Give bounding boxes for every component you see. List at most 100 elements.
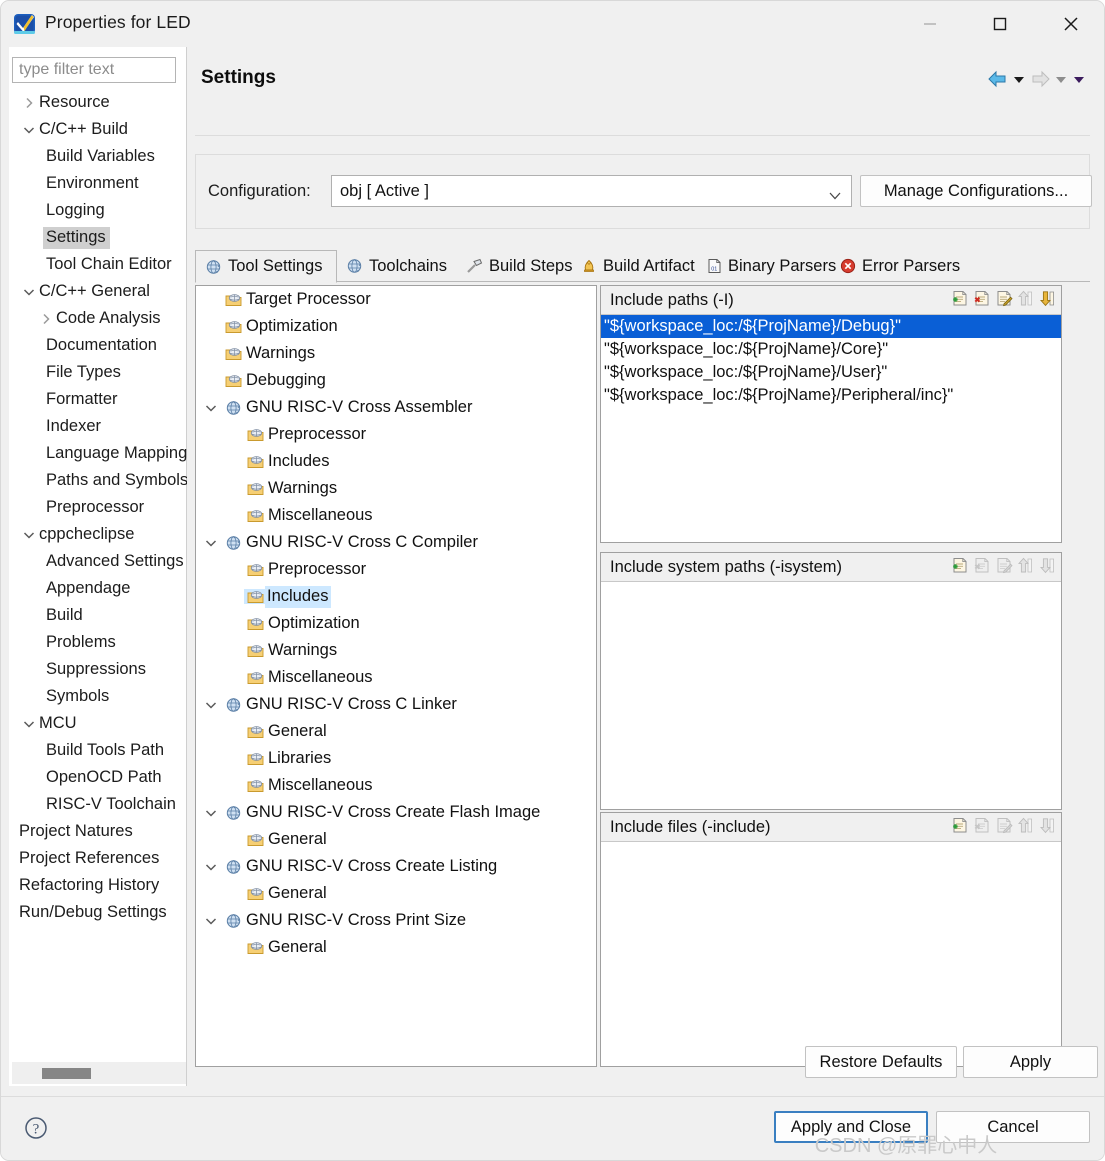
chevron-down-icon[interactable] xyxy=(200,536,222,550)
tool-tree-item-debugging[interactable]: Debugging xyxy=(196,367,596,394)
tool-tree-item-general[interactable]: General xyxy=(196,934,596,961)
panel-list[interactable] xyxy=(601,842,1061,1066)
sidebar-item-cppcheclipse[interactable]: cppcheclipse xyxy=(9,521,187,548)
tool-tree-item-general[interactable]: General xyxy=(196,880,596,907)
tool-tree-item-warnings[interactable]: Warnings xyxy=(196,637,596,664)
sidebar-item-c-c-build[interactable]: C/C++ Build xyxy=(9,116,187,143)
tab-tool-settings[interactable]: Tool Settings xyxy=(195,250,337,283)
sidebar-item-advanced-settings[interactable]: Advanced Settings xyxy=(9,548,187,575)
sidebar-item-project-natures[interactable]: Project Natures xyxy=(9,818,187,845)
tool-tree-item-libraries[interactable]: Libraries xyxy=(196,745,596,772)
sidebar-item-symbols[interactable]: Symbols xyxy=(9,683,187,710)
maximize-icon[interactable] xyxy=(976,1,1024,47)
tool-tree-item-gnu-risc-v-cross-print-size[interactable]: GNU RISC-V Cross Print Size xyxy=(196,907,596,934)
sidebar-item-problems[interactable]: Problems xyxy=(9,629,187,656)
tool-tree-item-miscellaneous[interactable]: Miscellaneous xyxy=(196,502,596,529)
tool-tree-item-general[interactable]: General xyxy=(196,718,596,745)
sidebar-item-run-debug-settings[interactable]: Run/Debug Settings xyxy=(9,899,187,926)
restore-defaults-button[interactable]: Restore Defaults xyxy=(805,1046,957,1078)
tool-tree-item-gnu-risc-v-cross-c-compiler[interactable]: GNU RISC-V Cross C Compiler xyxy=(196,529,596,556)
back-arrow-icon[interactable] xyxy=(986,69,1010,89)
tab-build-steps[interactable]: Build Steps xyxy=(457,250,572,282)
manage-configurations-button[interactable]: Manage Configurations... xyxy=(860,175,1092,207)
sidebar-item-paths-and-symbols[interactable]: Paths and Symbols xyxy=(9,467,187,494)
tool-tree-item-gnu-risc-v-cross-c-linker[interactable]: GNU RISC-V Cross C Linker xyxy=(196,691,596,718)
tool-tree-item-miscellaneous[interactable]: Miscellaneous xyxy=(196,772,596,799)
sidebar-item-documentation[interactable]: Documentation xyxy=(9,332,187,359)
chevron-right-icon[interactable] xyxy=(19,96,39,110)
sidebar-item-preprocessor[interactable]: Preprocessor xyxy=(9,494,187,521)
sidebar-item-refactoring-history[interactable]: Refactoring History xyxy=(9,872,187,899)
panel-list[interactable] xyxy=(601,582,1061,809)
sidebar-item-code-analysis[interactable]: Code Analysis xyxy=(9,305,187,332)
list-item[interactable]: "${workspace_loc:/${ProjName}/Core}" xyxy=(601,338,1061,361)
sidebar-item-suppressions[interactable]: Suppressions xyxy=(9,656,187,683)
tool-tree-item-warnings[interactable]: Warnings xyxy=(196,340,596,367)
sidebar-item-build-variables[interactable]: Build Variables xyxy=(9,143,187,170)
list-item[interactable]: "${workspace_loc:/${ProjName}/Debug}" xyxy=(601,315,1061,338)
chevron-down-icon[interactable] xyxy=(19,123,39,137)
chevron-down-icon[interactable] xyxy=(19,285,39,299)
sidebar-item-logging[interactable]: Logging xyxy=(9,197,187,224)
chevron-down-icon[interactable] xyxy=(200,401,222,415)
add-icon[interactable] xyxy=(952,817,969,834)
list-item[interactable]: "${workspace_loc:/${ProjName}/Peripheral… xyxy=(601,384,1061,407)
delete-icon[interactable] xyxy=(974,290,991,307)
sidebar-item-file-types[interactable]: File Types xyxy=(9,359,187,386)
minimize-icon[interactable] xyxy=(906,1,954,47)
panel-list[interactable]: "${workspace_loc:/${ProjName}/Debug}" "${… xyxy=(601,315,1061,542)
close-icon[interactable] xyxy=(1047,1,1095,47)
chevron-down-icon[interactable] xyxy=(19,717,39,731)
filter-input-wrapper[interactable]: type filter text xyxy=(12,57,176,83)
menu-dropdown-icon[interactable] xyxy=(1070,69,1088,89)
sidebar-item-risc-v-toolchain[interactable]: RISC-V Toolchain xyxy=(9,791,187,818)
chevron-down-icon[interactable] xyxy=(200,860,222,874)
tool-tree-item-gnu-risc-v-cross-create-listing[interactable]: GNU RISC-V Cross Create Listing xyxy=(196,853,596,880)
back-dropdown-icon[interactable] xyxy=(1010,69,1028,89)
sidebar-item-indexer[interactable]: Indexer xyxy=(9,413,187,440)
tool-tree-item-optimization[interactable]: Optimization xyxy=(196,610,596,637)
sidebar-item-mcu[interactable]: MCU xyxy=(9,710,187,737)
sidebar-item-resource[interactable]: Resource xyxy=(9,89,187,116)
chevron-down-icon[interactable] xyxy=(200,914,222,928)
add-icon[interactable] xyxy=(952,557,969,574)
tool-tree-item-gnu-risc-v-cross-assembler[interactable]: GNU RISC-V Cross Assembler xyxy=(196,394,596,421)
sidebar-item-build-tools-path[interactable]: Build Tools Path xyxy=(9,737,187,764)
tab-build-artifact[interactable]: Build Artifact xyxy=(572,250,698,282)
help-icon[interactable]: ? xyxy=(23,1115,49,1146)
horizontal-scrollbar[interactable] xyxy=(12,1062,186,1084)
sidebar-item-tool-chain-editor[interactable]: Tool Chain Editor xyxy=(9,251,187,278)
apply-button[interactable]: Apply xyxy=(963,1046,1098,1078)
scrollbar-thumb[interactable] xyxy=(42,1068,91,1079)
tool-tree-item-preprocessor[interactable]: Preprocessor xyxy=(196,556,596,583)
chevron-down-icon[interactable] xyxy=(200,806,222,820)
tool-tree-item-preprocessor[interactable]: Preprocessor xyxy=(196,421,596,448)
tab-toolchains[interactable]: Toolchains xyxy=(337,250,457,282)
tool-tree-item-includes[interactable]: Includes xyxy=(196,448,596,475)
tab-binary-parsers[interactable]: 01 Binary Parsers xyxy=(698,250,836,282)
sidebar-item-language-mappings[interactable]: Language Mappings xyxy=(9,440,187,467)
tool-tree-item-target-processor[interactable]: Target Processor xyxy=(196,286,596,313)
sidebar-item-build[interactable]: Build xyxy=(9,602,187,629)
chevron-down-icon[interactable] xyxy=(200,698,222,712)
sidebar-item-openocd-path[interactable]: OpenOCD Path xyxy=(9,764,187,791)
sidebar-item-project-references[interactable]: Project References xyxy=(9,845,187,872)
tool-tree-item-gnu-risc-v-cross-create-flash-image[interactable]: GNU RISC-V Cross Create Flash Image xyxy=(196,799,596,826)
sidebar-item-environment[interactable]: Environment xyxy=(9,170,187,197)
tool-tree-item-miscellaneous[interactable]: Miscellaneous xyxy=(196,664,596,691)
edit-icon[interactable] xyxy=(996,290,1013,307)
sidebar-item-settings[interactable]: Settings xyxy=(9,224,187,251)
configuration-select[interactable]: obj [ Active ] xyxy=(331,175,852,207)
tab-error-parsers[interactable]: Error Parsers xyxy=(831,250,960,282)
tool-tree-item-includes[interactable]: Includes xyxy=(196,583,596,610)
move-down-icon[interactable] xyxy=(1040,290,1057,307)
tool-tree-item-general[interactable]: General xyxy=(196,826,596,853)
list-item[interactable]: "${workspace_loc:/${ProjName}/User}" xyxy=(601,361,1061,384)
add-icon[interactable] xyxy=(952,290,969,307)
chevron-down-icon[interactable] xyxy=(19,528,39,542)
tool-tree-item-optimization[interactable]: Optimization xyxy=(196,313,596,340)
tool-tree-item-warnings[interactable]: Warnings xyxy=(196,475,596,502)
sidebar-item-appendage[interactable]: Appendage xyxy=(9,575,187,602)
sidebar-item-formatter[interactable]: Formatter xyxy=(9,386,187,413)
sidebar-item-c-c-general[interactable]: C/C++ General xyxy=(9,278,187,305)
